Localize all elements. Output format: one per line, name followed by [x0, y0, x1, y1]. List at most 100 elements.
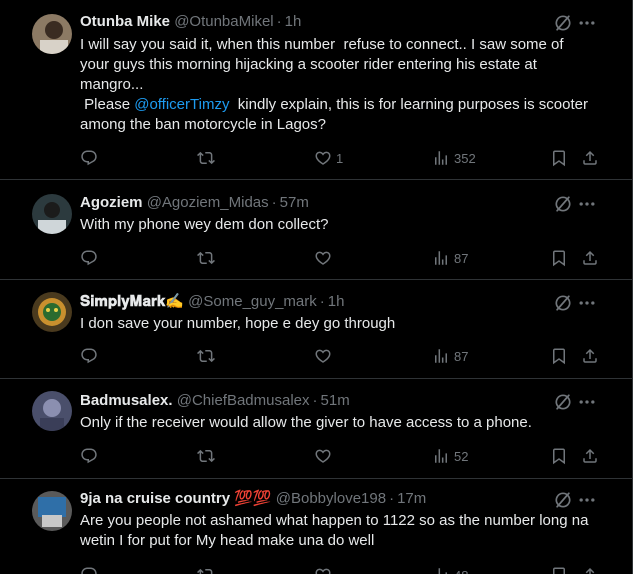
- retweet-icon: [197, 566, 215, 574]
- like-button[interactable]: 1: [314, 148, 343, 168]
- share-button[interactable]: [581, 346, 599, 366]
- timestamp[interactable]: 17m: [397, 490, 426, 507]
- avatar[interactable]: [32, 194, 72, 234]
- bookmark-button[interactable]: [550, 446, 568, 466]
- grok-icon[interactable]: [553, 490, 573, 510]
- grok-icon[interactable]: [553, 392, 573, 412]
- like-button[interactable]: [314, 248, 332, 268]
- share-button[interactable]: [581, 148, 599, 168]
- bookmark-button[interactable]: [550, 346, 568, 366]
- reply-icon: [80, 149, 98, 167]
- views-icon: [432, 347, 450, 365]
- like-button[interactable]: [314, 446, 332, 466]
- avatar[interactable]: [32, 491, 72, 531]
- reply-button[interactable]: [80, 148, 98, 168]
- bookmark-button[interactable]: [550, 248, 568, 268]
- view-count: 87: [454, 250, 469, 266]
- share-button[interactable]: [581, 446, 599, 466]
- more-icon[interactable]: [577, 392, 597, 412]
- views-button[interactable]: 52: [432, 446, 468, 466]
- display-name[interactable]: Otunba Mike: [80, 13, 170, 30]
- bookmark-button[interactable]: [550, 565, 568, 574]
- reply-icon: [80, 249, 98, 267]
- retweet-button[interactable]: [197, 148, 215, 168]
- avatar[interactable]: [32, 14, 72, 54]
- tweet-header: 9ja na cruise country 💯💯 @Bobbylove198 · 1…: [80, 489, 563, 509]
- bookmark-icon: [550, 249, 568, 267]
- view-count: 352: [454, 150, 476, 166]
- retweet-button[interactable]: [197, 248, 215, 268]
- like-button[interactable]: [314, 346, 332, 366]
- share-icon: [581, 566, 599, 574]
- display-name[interactable]: 9ja na cruise country 💯💯: [80, 490, 272, 507]
- tweet-actions: 87: [80, 346, 600, 366]
- tweet[interactable]: 9ja na cruise country 💯💯 @Bobbylove198 · 1…: [0, 479, 633, 574]
- user-handle[interactable]: @Agoziem_Midas: [147, 194, 269, 211]
- tweet-text: Only if the receiver would allow the giv…: [80, 414, 532, 431]
- reply-button[interactable]: [80, 446, 98, 466]
- share-button[interactable]: [581, 565, 599, 574]
- retweet-button[interactable]: [197, 565, 215, 574]
- heart-icon: [314, 347, 332, 365]
- heart-icon: [314, 249, 332, 267]
- tweet[interactable]: Otunba Mike @OtunbaMikel · 1h I will say y…: [0, 0, 632, 180]
- view-count: 52: [454, 448, 469, 464]
- views-button[interactable]: 352: [432, 148, 476, 168]
- separator-dot: ·: [271, 194, 277, 211]
- tweet-actions: 48: [80, 565, 600, 574]
- views-button[interactable]: 87: [432, 248, 468, 268]
- tweet[interactable]: 𝐒𝐢𝐦𝐩𝐥𝐲𝐌𝐚𝐫𝐤✍️ @Some_guy_mark · 1h I don sav…: [0, 280, 632, 379]
- more-icon[interactable]: [577, 194, 597, 214]
- timeline-feed: Otunba Mike @OtunbaMikel · 1h I will say y…: [0, 0, 633, 574]
- tweet-text: I don save your number, hope e dey go th…: [80, 315, 396, 332]
- timestamp[interactable]: 57m: [280, 194, 309, 211]
- grok-icon[interactable]: [553, 13, 573, 33]
- tweet-text: With my phone wey dem don collect?: [80, 216, 329, 233]
- separator-dot: ·: [312, 392, 318, 409]
- tweet-header: Otunba Mike @OtunbaMikel · 1h: [80, 12, 563, 32]
- more-icon[interactable]: [577, 490, 597, 510]
- timestamp[interactable]: 51m: [321, 392, 350, 409]
- retweet-button[interactable]: [197, 446, 215, 466]
- timestamp[interactable]: 1h: [285, 13, 302, 30]
- tweet-actions: 1 352: [80, 148, 600, 168]
- display-name[interactable]: Agoziem: [80, 194, 143, 211]
- display-name[interactable]: Badmusalex.: [80, 392, 173, 409]
- reply-button[interactable]: [80, 248, 98, 268]
- user-handle[interactable]: @Some_guy_mark: [188, 293, 317, 310]
- tweet-header: 𝐒𝐢𝐦𝐩𝐥𝐲𝐌𝐚𝐫𝐤✍️ @Some_guy_mark · 1h: [80, 292, 563, 312]
- display-name[interactable]: 𝐒𝐢𝐦𝐩𝐥𝐲𝐌𝐚𝐫𝐤✍️: [80, 293, 184, 310]
- like-button[interactable]: [314, 565, 332, 574]
- share-icon: [581, 249, 599, 267]
- retweet-icon: [197, 347, 215, 365]
- avatar[interactable]: [32, 391, 72, 431]
- views-icon: [432, 566, 450, 574]
- tweet[interactable]: Agoziem @Agoziem_Midas · 57m With my phone…: [0, 180, 632, 280]
- user-handle[interactable]: @Bobbylove198: [276, 490, 386, 507]
- tweet[interactable]: Badmusalex. @ChiefBadmusalex · 51m Only if…: [0, 379, 632, 479]
- views-button[interactable]: 87: [432, 346, 468, 366]
- share-button[interactable]: [581, 248, 599, 268]
- grok-icon[interactable]: [553, 194, 573, 214]
- more-icon[interactable]: [577, 13, 597, 33]
- grok-icon[interactable]: [553, 293, 573, 313]
- tweet-header: Badmusalex. @ChiefBadmusalex · 51m: [80, 391, 563, 411]
- reply-icon: [80, 566, 98, 574]
- reply-button[interactable]: [80, 565, 98, 574]
- retweet-button[interactable]: [197, 346, 215, 366]
- views-icon: [432, 149, 450, 167]
- mention-link[interactable]: @officerTimzy: [134, 96, 229, 113]
- tweet-text: I will say you said it, when this number…: [80, 35, 593, 135]
- separator-dot: ·: [389, 490, 395, 507]
- retweet-icon: [197, 249, 215, 267]
- more-icon[interactable]: [577, 293, 597, 313]
- bookmark-button[interactable]: [550, 148, 568, 168]
- reply-button[interactable]: [80, 346, 98, 366]
- avatar[interactable]: [32, 292, 72, 332]
- views-button[interactable]: 48: [432, 565, 468, 574]
- user-handle[interactable]: @ChiefBadmusalex: [177, 392, 310, 409]
- user-handle[interactable]: @OtunbaMikel: [174, 13, 273, 30]
- timestamp[interactable]: 1h: [328, 293, 345, 310]
- heart-icon: [314, 447, 332, 465]
- view-count: 87: [454, 348, 469, 364]
